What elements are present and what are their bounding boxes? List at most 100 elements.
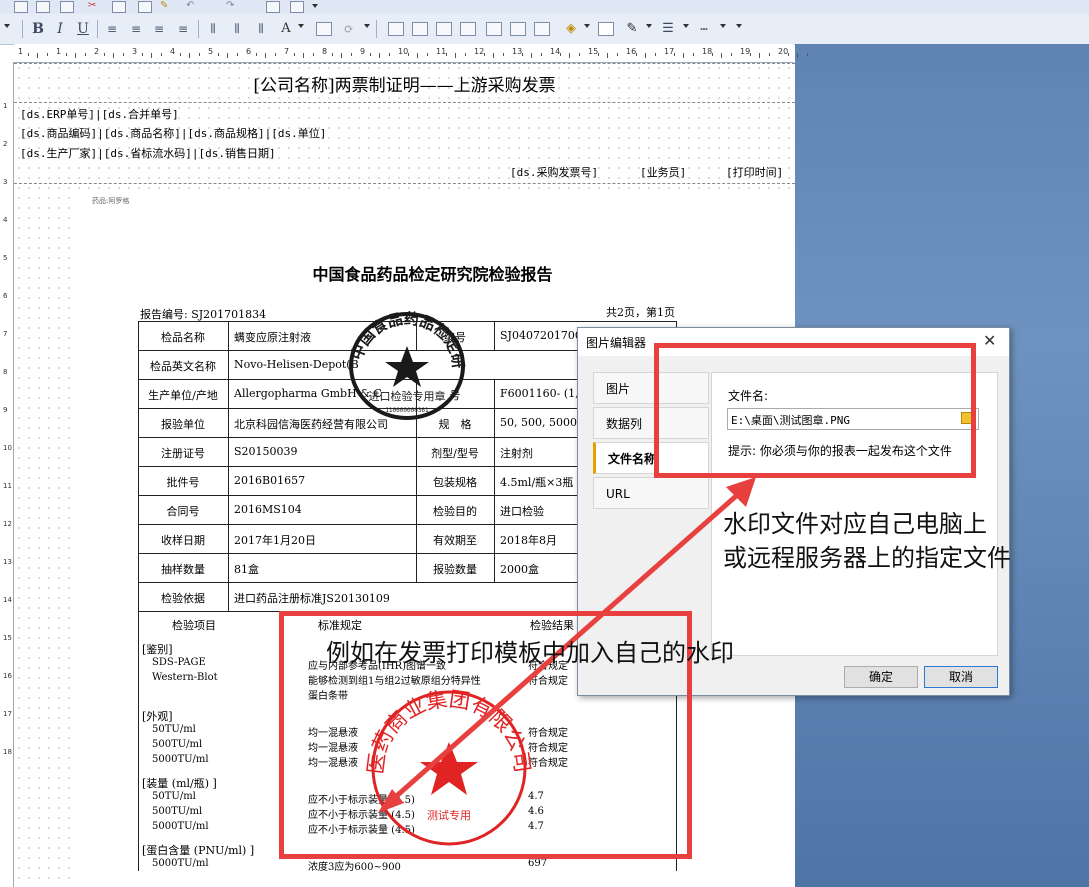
field-product-info[interactable]: [ds.商品编码]|[ds.商品名称]|[ds.商品规格]|[ds.单位]	[20, 125, 326, 141]
ruler-tick	[417, 53, 418, 58]
toolbar-overflow-icon[interactable]	[736, 24, 742, 28]
ruler-tick	[293, 53, 295, 56]
border-diagonal-icon[interactable]	[534, 22, 550, 36]
layout-icon[interactable]	[290, 1, 304, 13]
vertical-ruler[interactable]: 1 2 3 4 5 6 7 8 9 10 11 12 13 14 15 16 17 18	[0, 62, 14, 887]
border-inner-icon[interactable]	[436, 22, 452, 36]
border-vertical-icon[interactable]	[486, 22, 502, 36]
rotate-icon[interactable]: ⟳	[339, 19, 359, 39]
justify-icon[interactable]: ≡	[173, 19, 193, 39]
line-style-icon[interactable]: ┅	[694, 19, 714, 39]
toolbar-separator	[97, 20, 98, 38]
redo-icon[interactable]: ↷	[226, 0, 234, 11]
stamp-institute-number: 110000000361	[385, 407, 429, 414]
ruler-tick	[160, 53, 162, 56]
field-erp-no[interactable]: [ds.ERP单号]|[ds.合并单号]	[20, 106, 179, 122]
ruler-tick	[350, 53, 352, 56]
align-right-icon[interactable]: ≡	[149, 19, 169, 39]
undo-icon[interactable]: ↶	[186, 0, 194, 11]
open-icon[interactable]	[36, 1, 50, 13]
field-salesman[interactable]: [业务员]	[640, 164, 686, 180]
cancel-button[interactable]: 取消	[924, 666, 998, 688]
ruler-tick	[445, 53, 447, 56]
font-size-dropdown-icon[interactable]	[4, 24, 10, 28]
fill-color-dropdown-icon[interactable]	[584, 24, 590, 28]
report-title[interactable]: [公司名称]两票制证明——上游采购发票	[14, 71, 795, 96]
line-style-dropdown-icon[interactable]	[720, 24, 726, 28]
field-manufacturer[interactable]: [ds.生产厂家]|[ds.省标流水码]|[ds.销售日期]	[20, 145, 276, 161]
align-top-icon[interactable]: ⫼	[203, 19, 223, 39]
results-item: 5000TU/ml	[152, 821, 209, 832]
ruler-tick	[103, 53, 105, 56]
line-width-icon[interactable]: ☰	[658, 19, 678, 39]
ok-button[interactable]: 确定	[844, 666, 918, 688]
underline-icon[interactable]: U	[73, 19, 93, 39]
ruler-tick-label: 11	[3, 482, 12, 490]
ruler-tick	[75, 53, 76, 58]
page-header-band[interactable]: [ds.ERP单号]|[ds.合并单号] [ds.商品编码]|[ds.商品名称]…	[14, 103, 795, 184]
results-section-head: [装量 (ml/瓶) ]	[142, 777, 217, 790]
align-left-icon[interactable]: ≡	[102, 19, 122, 39]
ruler-tick	[730, 53, 732, 56]
field-purchase-invoice[interactable]: [ds.采购发票号]	[510, 164, 598, 180]
ruler-tick	[455, 53, 456, 58]
paste-icon[interactable]	[138, 1, 152, 13]
stamp-institute-sub: 进口检验专用章	[369, 389, 446, 403]
font-color-icon[interactable]: A	[276, 19, 296, 39]
border-horizontal-icon[interactable]	[460, 22, 476, 36]
table-value: 螨变应原注射液	[234, 331, 311, 344]
field-print-time[interactable]: [打印时间]	[726, 164, 783, 180]
table-line	[494, 379, 495, 408]
ruler-tick	[597, 53, 599, 56]
table-value: S20150039	[234, 445, 298, 458]
ruler-tick-label: 8	[322, 47, 328, 56]
ruler-tick	[37, 53, 38, 58]
results-standard: 浓度3应为600~900	[308, 862, 401, 873]
ruler-tick-label: 7	[284, 47, 290, 56]
image-icon[interactable]	[316, 22, 332, 36]
ruler-tick-label: 1	[56, 47, 62, 56]
line-color-icon[interactable]: ✎	[622, 19, 642, 39]
toolbar-overflow-icon[interactable]	[364, 24, 370, 28]
ruler-tick	[217, 53, 219, 56]
ruler-tick	[27, 53, 29, 56]
ruler-tick	[65, 53, 67, 56]
table-label: 收样日期	[161, 534, 205, 547]
ruler-tick	[578, 53, 580, 56]
results-col-item: 检验项目	[172, 619, 216, 632]
grid-icon[interactable]	[266, 1, 280, 13]
report-title-band[interactable]: [公司名称]两票制证明——上游采购发票	[14, 63, 795, 103]
bold-icon[interactable]: B	[28, 19, 48, 39]
ruler-tick-label: 2	[3, 140, 8, 148]
italic-icon[interactable]: I	[50, 19, 70, 39]
ruler-tick-label: 4	[170, 47, 176, 56]
align-bottom-icon[interactable]: ⫼	[251, 19, 271, 39]
copy-icon[interactable]	[112, 1, 126, 13]
table-line	[494, 408, 495, 437]
table-label: 合同号	[166, 505, 200, 518]
save-icon[interactable]	[60, 1, 74, 13]
fill-color-icon[interactable]: ◈	[561, 19, 581, 39]
new-icon[interactable]	[14, 1, 28, 13]
frame-icon[interactable]	[598, 22, 614, 36]
toolbar-overflow-icon[interactable]	[312, 4, 318, 8]
table-value: 2016MS104	[234, 503, 302, 516]
border-outer-icon[interactable]	[412, 22, 428, 36]
border-all-icon[interactable]	[388, 22, 404, 36]
ruler-tick-label: 18	[3, 748, 12, 756]
format-painter-icon[interactable]: ✎	[160, 0, 168, 11]
results-item: SDS-PAGE	[152, 657, 206, 668]
ruler-tick-label: 5	[208, 47, 214, 56]
close-icon[interactable]: ✕	[983, 331, 996, 350]
line-width-dropdown-icon[interactable]	[683, 24, 689, 28]
table-value: 2017年1月20日	[234, 534, 316, 547]
align-middle-icon[interactable]: ⫼	[227, 19, 247, 39]
font-color-dropdown-icon[interactable]	[298, 24, 304, 28]
ruler-tick	[265, 53, 266, 58]
ruler-tick	[151, 53, 152, 58]
align-center-icon[interactable]: ≡	[126, 19, 146, 39]
horizontal-ruler[interactable]: 1 1 2 3 4 5 6 7 8 9 10 11 12 13 14 15 16 17 18 19 20	[14, 44, 808, 63]
border-none-icon[interactable]	[510, 22, 526, 36]
line-color-dropdown-icon[interactable]	[646, 24, 652, 28]
cut-icon[interactable]: ✂	[88, 0, 96, 11]
